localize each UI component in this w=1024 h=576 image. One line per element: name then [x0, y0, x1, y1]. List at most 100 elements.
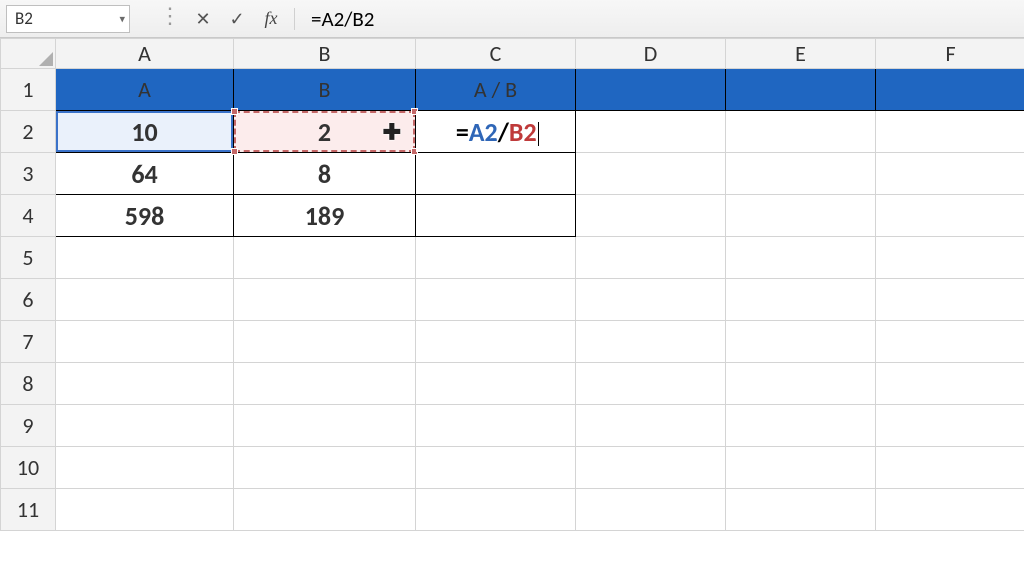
cancel-button[interactable]: ✕ — [186, 5, 220, 33]
row-header-4[interactable]: 4 — [1, 195, 56, 237]
cell-B10[interactable] — [234, 447, 416, 489]
cell-D8[interactable] — [576, 363, 726, 405]
cell-C11[interactable] — [416, 489, 576, 531]
cell-B3[interactable]: 8 — [234, 153, 416, 195]
cell-B6[interactable] — [234, 279, 416, 321]
cell-B1[interactable]: B — [234, 69, 416, 111]
col-header-B[interactable]: B — [234, 39, 416, 69]
col-header-F[interactable]: F — [876, 39, 1024, 69]
cell-E3[interactable] — [726, 153, 876, 195]
formula-ref-b: B2 — [509, 116, 537, 148]
cell-D4[interactable] — [576, 195, 726, 237]
cell-C6[interactable] — [416, 279, 576, 321]
divider-icon: ⋮ — [152, 2, 186, 30]
col-header-A[interactable]: A — [56, 39, 234, 69]
formula-op: / — [498, 116, 509, 148]
grid[interactable]: A B C D E F 1 A B A / B 2 10 2 — [0, 38, 1024, 531]
cell-B11[interactable] — [234, 489, 416, 531]
cell-E7[interactable] — [726, 321, 876, 363]
cell-E6[interactable] — [726, 279, 876, 321]
row-header-11[interactable]: 11 — [1, 489, 56, 531]
cell-E5[interactable] — [726, 237, 876, 279]
cell-A8[interactable] — [56, 363, 234, 405]
cell-D3[interactable] — [576, 153, 726, 195]
cell-F5[interactable] — [876, 237, 1024, 279]
cell-value: 10 — [131, 116, 157, 148]
cell-D9[interactable] — [576, 405, 726, 447]
row-header-7[interactable]: 7 — [1, 321, 56, 363]
cell-A9[interactable] — [56, 405, 234, 447]
cell-C7[interactable] — [416, 321, 576, 363]
cell-E8[interactable] — [726, 363, 876, 405]
cell-D5[interactable] — [576, 237, 726, 279]
cell-C10[interactable] — [416, 447, 576, 489]
name-box-input[interactable] — [7, 6, 129, 32]
cell-C9[interactable] — [416, 405, 576, 447]
row-header-8[interactable]: 8 — [1, 363, 56, 405]
cell-C2[interactable]: =A2/B2 — [416, 111, 576, 153]
cell-B5[interactable] — [234, 237, 416, 279]
cell-F6[interactable] — [876, 279, 1024, 321]
cell-B2[interactable]: 2 ✚ — [234, 111, 416, 153]
cell-F11[interactable] — [876, 489, 1024, 531]
cell-E2[interactable] — [726, 111, 876, 153]
cell-F3[interactable] — [876, 153, 1024, 195]
col-header-D[interactable]: D — [576, 39, 726, 69]
cell-D2[interactable] — [576, 111, 726, 153]
cell-C1[interactable]: A / B — [416, 69, 576, 111]
cell-E4[interactable] — [726, 195, 876, 237]
cell-F1[interactable] — [876, 69, 1024, 111]
cell-A5[interactable] — [56, 237, 234, 279]
cell-A7[interactable] — [56, 321, 234, 363]
cell-cursor-icon: ✚ — [383, 118, 401, 145]
cell-D6[interactable] — [576, 279, 726, 321]
insert-function-button[interactable]: fx — [254, 5, 288, 33]
cell-A10[interactable] — [56, 447, 234, 489]
cell-A4[interactable]: 598 — [56, 195, 234, 237]
cell-A1[interactable]: A — [56, 69, 234, 111]
cell-E1[interactable] — [726, 69, 876, 111]
enter-button[interactable]: ✓ — [220, 5, 254, 33]
cell-F9[interactable] — [876, 405, 1024, 447]
cell-E10[interactable] — [726, 447, 876, 489]
cell-A6[interactable] — [56, 279, 234, 321]
cell-F4[interactable] — [876, 195, 1024, 237]
col-header-C[interactable]: C — [416, 39, 576, 69]
cell-B4[interactable]: 189 — [234, 195, 416, 237]
cell-A11[interactable] — [56, 489, 234, 531]
cell-F7[interactable] — [876, 321, 1024, 363]
row-header-9[interactable]: 9 — [1, 405, 56, 447]
name-box[interactable]: ▾ — [6, 5, 130, 33]
cell-E11[interactable] — [726, 489, 876, 531]
row-header-2[interactable]: 2 — [1, 111, 56, 153]
cell-F8[interactable] — [876, 363, 1024, 405]
cell-A2[interactable]: 10 — [56, 111, 234, 153]
row-header-10[interactable]: 10 — [1, 447, 56, 489]
separator — [294, 8, 295, 30]
cell-F10[interactable] — [876, 447, 1024, 489]
cell-B7[interactable] — [234, 321, 416, 363]
select-all-corner[interactable] — [1, 39, 56, 69]
cell-D10[interactable] — [576, 447, 726, 489]
row-header-6[interactable]: 6 — [1, 279, 56, 321]
cell-F2[interactable] — [876, 111, 1024, 153]
row-header-3[interactable]: 3 — [1, 153, 56, 195]
cell-C3[interactable] — [416, 153, 576, 195]
cell-B8[interactable] — [234, 363, 416, 405]
formula-input[interactable] — [301, 5, 1018, 33]
cell-A3[interactable]: 64 — [56, 153, 234, 195]
cell-D1[interactable] — [576, 69, 726, 111]
cell-C4[interactable] — [416, 195, 576, 237]
row-header-5[interactable]: 5 — [1, 237, 56, 279]
spreadsheet[interactable]: A B C D E F 1 A B A / B 2 10 2 — [0, 38, 1024, 576]
cell-C8[interactable] — [416, 363, 576, 405]
cell-B9[interactable] — [234, 405, 416, 447]
cell-C5[interactable] — [416, 237, 576, 279]
text-caret — [538, 122, 540, 146]
cell-E9[interactable] — [726, 405, 876, 447]
row-header-1[interactable]: 1 — [1, 69, 56, 111]
cell-D7[interactable] — [576, 321, 726, 363]
cell-D11[interactable] — [576, 489, 726, 531]
col-header-E[interactable]: E — [726, 39, 876, 69]
formula-eq: = — [456, 116, 469, 148]
